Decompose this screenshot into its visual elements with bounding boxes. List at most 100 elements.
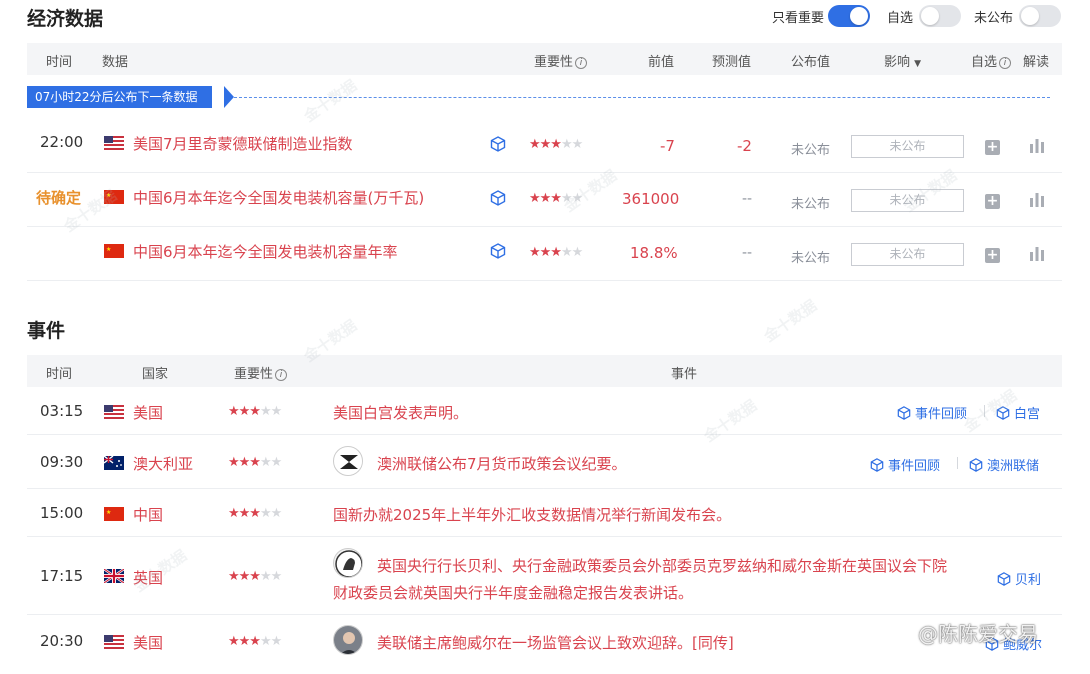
info-icon[interactable]: i — [999, 57, 1012, 69]
col-prev: 前值 — [648, 55, 675, 70]
bar-chart-icon[interactable] — [1029, 192, 1045, 207]
powell-photo — [333, 625, 363, 655]
cn-flag-icon: ★ — [104, 190, 124, 204]
cube-icon — [997, 571, 1011, 586]
svg-text:★: ★ — [106, 509, 111, 516]
event-link[interactable]: 贝利 — [997, 569, 1041, 588]
toggle-label: 只看重要 — [772, 10, 825, 26]
us-flag-icon — [104, 635, 124, 649]
bar-chart-icon[interactable] — [1029, 246, 1045, 261]
actual-value: 未公布 — [791, 143, 831, 158]
event-row-time: 17:15 — [40, 567, 84, 585]
col-time: 时间 — [46, 55, 73, 70]
cube-icon — [996, 405, 1010, 420]
cube-icon — [969, 457, 983, 472]
event-link[interactable]: 白宫 — [996, 403, 1040, 422]
actual-value: 未公布 — [791, 197, 831, 212]
bar-chart-icon[interactable] — [1029, 138, 1045, 153]
econ-table-header: 时间 数据 重要性 i 前值 预测值 公布值 影响 ▼ 自选 i 解读 — [27, 43, 1062, 75]
event-text[interactable]: 美联储主席鲍威尔在一场监管会议上致欢迎辞。[同传] — [377, 632, 734, 653]
event-text[interactable]: 澳洲联储公布7月货币政策会议纪要。 — [377, 453, 627, 474]
cube-icon[interactable] — [490, 190, 506, 206]
add-watch-button[interactable]: + — [985, 140, 1000, 155]
event-row-time: 20:30 — [40, 632, 84, 650]
author-watermark: @陈陈爱交易 — [918, 622, 1038, 646]
add-watch-button[interactable]: + — [985, 248, 1000, 263]
event-row-time: 15:00 — [40, 504, 84, 522]
prev-value: -7 — [660, 137, 675, 155]
boe-logo — [333, 548, 363, 578]
au-flag-icon — [104, 456, 124, 470]
importance-stars: ★★★★★ — [228, 634, 282, 649]
us-flag-icon — [104, 405, 124, 419]
cube-icon[interactable] — [490, 243, 506, 259]
impact-box: 未公布 — [851, 189, 964, 212]
banner-dashed-line — [234, 97, 1050, 98]
importance-stars: ★★★★★ — [529, 191, 583, 206]
event-link[interactable]: 澳洲联储 — [969, 455, 1039, 474]
event-country: 英国 — [133, 569, 164, 587]
econ-row-time: 22:00 — [40, 133, 84, 151]
prev-value: 18.8% — [630, 244, 678, 262]
event-link[interactable]: 事件回顾 — [870, 455, 940, 474]
col-watch: 自选 i — [971, 51, 1012, 70]
toggle-switch[interactable] — [919, 5, 962, 27]
forecast-value: -- — [742, 191, 753, 207]
info-icon[interactable]: i — [575, 57, 588, 69]
col-data: 数据 — [102, 55, 129, 70]
prev-value: 361000 — [622, 190, 680, 208]
econ-row-name[interactable]: 中国6月本年迄今全国发电装机容量年率 — [133, 241, 398, 262]
econ-row-time: 待确定 — [36, 189, 82, 207]
event-text-line2[interactable]: 财政委员会就英国央行半年度金融稳定报告发表讲话。 — [333, 582, 693, 603]
rba-logo — [333, 446, 363, 476]
event-country: 中国 — [133, 506, 164, 524]
importance-stars: ★★★★★ — [529, 137, 583, 152]
event-row-time: 09:30 — [40, 453, 84, 471]
brand-watermark: 金十数据 — [300, 76, 361, 126]
econ-row-name[interactable]: 中国6月本年迄今全国发电装机容量(万千瓦) — [133, 187, 424, 208]
unpublished-toggle[interactable]: 未公布 — [974, 5, 1062, 27]
event-country: 澳大利亚 — [133, 455, 194, 473]
event-text[interactable]: 国新办就2025年上半年外汇收支数据情况举行新闻发布会。 — [333, 504, 731, 525]
col-importance: 重要性 i — [534, 51, 588, 70]
event-text[interactable]: 美国白宫发表声明。 — [333, 402, 468, 423]
cube-icon — [897, 405, 911, 420]
uk-flag-icon — [104, 569, 124, 583]
col-time: 时间 — [46, 367, 73, 382]
event-text[interactable]: 英国央行行长贝利、央行金融政策委员会外部委员克罗兹纳和威尔金斯在英国议会下院 — [377, 555, 947, 576]
event-link[interactable]: 事件回顾 — [897, 403, 967, 422]
importance-stars: ★★★★★ — [228, 404, 282, 419]
add-watch-button[interactable]: + — [985, 194, 1000, 209]
cube-icon[interactable] — [490, 136, 506, 152]
col-actual: 公布值 — [791, 55, 831, 70]
brand-watermark: 金十数据 — [760, 296, 821, 346]
caret-down-icon: ▼ — [914, 59, 922, 69]
cn-flag-icon: ★ — [104, 244, 124, 258]
toggle-label: 未公布 — [974, 10, 1014, 26]
svg-text:★: ★ — [106, 192, 111, 199]
col-event: 事件 — [671, 367, 698, 382]
econ-row-name[interactable]: 美国7月里奇蒙德联储制造业指数 — [133, 133, 353, 154]
forecast-value: -2 — [737, 137, 752, 155]
col-explain: 解读 — [1023, 55, 1050, 70]
brand-watermark: 金十数据 — [700, 396, 761, 446]
col-forecast: 预测值 — [712, 55, 752, 70]
forecast-value: -- — [742, 245, 753, 261]
col-importance: 重要性 i — [234, 363, 288, 382]
us-flag-icon — [104, 136, 124, 150]
svg-text:★: ★ — [106, 246, 111, 253]
next-release-banner: 07小时22分后公布下一条数据 — [27, 86, 212, 108]
info-icon[interactable]: i — [275, 369, 288, 381]
watchlist-toggle[interactable]: 自选 — [887, 5, 962, 27]
toggle-switch[interactable] — [828, 5, 871, 27]
importance-stars: ★★★★★ — [228, 506, 282, 521]
event-country: 美国 — [133, 634, 164, 652]
toggle-switch[interactable] — [1019, 5, 1062, 27]
econ-section-title: 经济数据 — [27, 8, 104, 30]
importance-stars: ★★★★★ — [228, 569, 282, 584]
important-only-toggle[interactable]: 只看重要 — [772, 5, 871, 27]
col-impact[interactable]: 影响 ▼ — [884, 51, 921, 70]
importance-stars: ★★★★★ — [228, 455, 282, 470]
events-table-header: 时间 国家 重要性 i 事件 — [27, 355, 1062, 387]
event-country: 美国 — [133, 404, 164, 422]
